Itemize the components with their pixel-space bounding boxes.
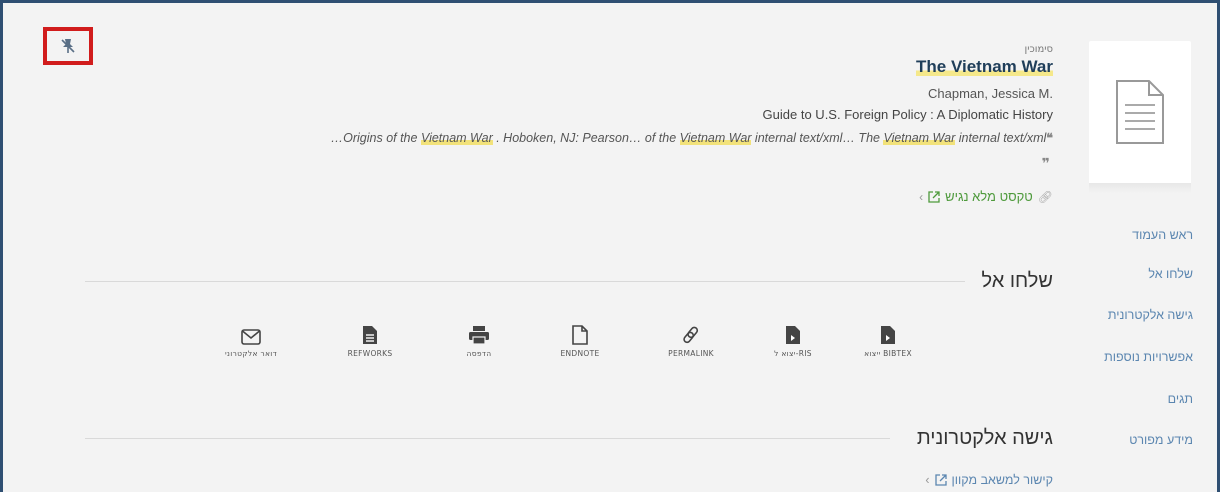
action-label: REFWORKS: [347, 349, 393, 358]
snippet-text: . Hoboken, NJ: Pearson… of the: [492, 131, 680, 145]
document-icon: [1116, 80, 1164, 144]
open-quote-icon: ❝: [1046, 131, 1053, 145]
action-refworks[interactable]: REFWORKS: [325, 319, 415, 358]
action-label: PERMALINK: [668, 349, 714, 358]
snippet-highlight: Vietnam War: [420, 131, 493, 145]
snippet-text: internal text/xml… The: [751, 131, 884, 145]
action-export-bibtex[interactable]: ייצוא BIBTEX: [843, 319, 933, 358]
action-print[interactable]: הדפסה: [434, 319, 524, 358]
record-source: Guide to U.S. Foreign Policy : A Diploma…: [762, 107, 1053, 122]
send-to-title: שלחו אל: [981, 270, 1053, 292]
external-link-icon: [934, 474, 947, 486]
link-icon: [683, 326, 699, 344]
record-author: Chapman, Jessica M.: [928, 86, 1053, 101]
action-label: ENDNOTE: [560, 349, 600, 358]
action-label: הדפסה: [466, 349, 492, 358]
snippet-highlight: Vietnam War: [679, 131, 752, 145]
chevron-left-icon: ‹: [919, 189, 924, 204]
paperclip-icon: 🔗︎: [1037, 189, 1053, 204]
full-text-label[interactable]: טקסט מלא נגיש: [945, 189, 1033, 204]
unpin-button[interactable]: [43, 27, 93, 65]
export-file-icon: [786, 326, 800, 344]
record-page: סימוכין The Vietnam War Chapman, Jessica…: [0, 0, 1220, 492]
action-endnote[interactable]: ENDNOTE: [535, 319, 625, 358]
printer-icon: [469, 326, 489, 345]
close-quote-icon: ❞: [1041, 156, 1050, 172]
export-file-icon: [881, 326, 895, 344]
chevron-left-icon: ‹: [925, 473, 930, 487]
file-icon: [572, 325, 588, 345]
action-permalink[interactable]: PERMALINK: [646, 319, 736, 358]
full-text-link[interactable]: ‹ טקסט מלא נגיש 🔗︎: [919, 189, 1053, 204]
action-export-ris[interactable]: יצוא ל-RIS: [748, 319, 838, 358]
action-label: יצוא ל-RIS: [774, 349, 812, 358]
electronic-access-title: גישה אלקטרונית: [916, 427, 1053, 449]
snippet-highlight: Vietnam War: [883, 131, 956, 145]
mail-icon: [241, 329, 261, 345]
record-thumbnail: [1089, 41, 1191, 191]
snippet-text: …Origins of the: [330, 131, 421, 145]
external-link-icon: [928, 190, 940, 203]
nav-item-more-options[interactable]: אפשרויות נוספות: [1104, 350, 1193, 364]
nav-item-details[interactable]: מידע מפורט: [1129, 433, 1193, 447]
document-icon: [363, 326, 377, 344]
unpin-icon: [61, 39, 75, 53]
section-divider: [85, 281, 965, 282]
nav-item-top[interactable]: ראש העמוד: [1132, 228, 1193, 242]
nav-item-send-to[interactable]: שלחו אל: [1148, 267, 1193, 281]
action-email[interactable]: דואר אלקטרוני: [206, 319, 296, 358]
section-divider: [85, 438, 890, 439]
action-label: דואר אלקטרוני: [224, 349, 278, 358]
record-type: סימוכין: [1024, 44, 1054, 55]
online-resource-label[interactable]: קישור למשאב מקוון: [952, 473, 1053, 487]
snippet-text: internal text/xml: [955, 131, 1047, 145]
record-snippet: …Origins of the Vietnam War . Hoboken, N…: [331, 130, 1053, 145]
action-label: ייצוא BIBTEX: [864, 349, 912, 358]
thumbnail-shadow: [1089, 183, 1191, 193]
nav-item-electronic-access[interactable]: גישה אלקטרונית: [1108, 308, 1193, 322]
record-title[interactable]: The Vietnam War: [916, 57, 1053, 77]
record-title-text[interactable]: The Vietnam War: [916, 57, 1053, 76]
online-resource-link[interactable]: ‹ קישור למשאב מקוון: [925, 473, 1053, 487]
nav-item-tags[interactable]: תגים: [1168, 392, 1193, 406]
